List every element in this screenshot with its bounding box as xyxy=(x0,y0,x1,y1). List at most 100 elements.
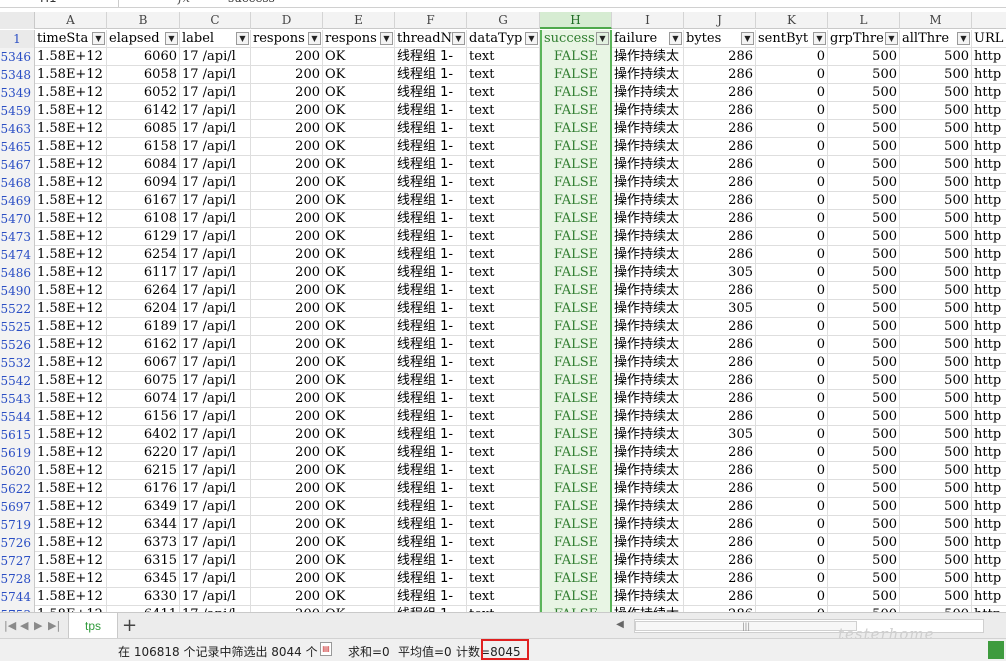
cell-respons[interactable]: 200 xyxy=(251,552,323,570)
cell-sentbyt[interactable]: 0 xyxy=(756,210,828,228)
cell-grpthre[interactable]: 500 xyxy=(828,84,900,102)
cell-grpthre[interactable]: 500 xyxy=(828,408,900,426)
header-cell-respons[interactable]: respons ▼ xyxy=(251,30,323,48)
cell-datatyp[interactable]: text xyxy=(467,390,540,408)
cell-respons[interactable]: 200 xyxy=(251,156,323,174)
cell-timesta[interactable]: 1.58E+12 xyxy=(35,354,107,372)
cell-datatyp[interactable]: text xyxy=(467,498,540,516)
cell-success[interactable]: FALSE xyxy=(540,354,612,372)
cell-datatyp[interactable]: text xyxy=(467,246,540,264)
cell-elapsed[interactable]: 6075 xyxy=(107,372,180,390)
cell-respons[interactable]: OK xyxy=(323,228,395,246)
cell-threadn[interactable]: 线程组 1- xyxy=(395,336,467,354)
cell-bytes[interactable]: 305 xyxy=(684,264,756,282)
cell-label[interactable]: 17 /api/l xyxy=(180,156,251,174)
cell-url[interactable]: http xyxy=(972,138,1006,156)
cell-label[interactable]: 17 /api/l xyxy=(180,426,251,444)
cell-grpthre[interactable]: 500 xyxy=(828,138,900,156)
cell-elapsed[interactable]: 6142 xyxy=(107,102,180,120)
cell-respons[interactable]: 200 xyxy=(251,588,323,606)
cell-url[interactable]: http xyxy=(972,66,1006,84)
cell-allthre[interactable]: 500 xyxy=(900,174,972,192)
cell-respons[interactable]: 200 xyxy=(251,534,323,552)
cell-bytes[interactable]: 286 xyxy=(684,336,756,354)
cell-bytes[interactable]: 286 xyxy=(684,138,756,156)
column-letter-e[interactable]: E xyxy=(323,12,395,29)
cell-respons[interactable]: 200 xyxy=(251,120,323,138)
cell-elapsed[interactable]: 6349 xyxy=(107,498,180,516)
cell-label[interactable]: 17 /api/l xyxy=(180,228,251,246)
row-number[interactable]: 5526 xyxy=(0,336,35,354)
cell-bytes[interactable]: 286 xyxy=(684,84,756,102)
cell-url[interactable]: http xyxy=(972,210,1006,228)
cell-failure[interactable]: 操作持续太 xyxy=(612,426,684,444)
cell-bytes[interactable]: 286 xyxy=(684,498,756,516)
cell-failure[interactable]: 操作持续太 xyxy=(612,534,684,552)
cell-sentbyt[interactable]: 0 xyxy=(756,588,828,606)
cell-elapsed[interactable]: 6156 xyxy=(107,408,180,426)
row-number[interactable]: 5349 xyxy=(0,84,35,102)
cell-failure[interactable]: 操作持续太 xyxy=(612,390,684,408)
filter-dropdown-icon[interactable]: ▼ xyxy=(308,32,321,45)
cell-label[interactable]: 17 /api/l xyxy=(180,282,251,300)
cell-url[interactable]: http xyxy=(972,426,1006,444)
cell-allthre[interactable]: 500 xyxy=(900,480,972,498)
cell-threadn[interactable]: 线程组 1- xyxy=(395,210,467,228)
cell-respons[interactable]: OK xyxy=(323,174,395,192)
cell-threadn[interactable]: 线程组 1- xyxy=(395,228,467,246)
cell-allthre[interactable]: 500 xyxy=(900,588,972,606)
cell-threadn[interactable]: 线程组 1- xyxy=(395,282,467,300)
column-letter-i[interactable]: I xyxy=(612,12,684,29)
cell-url[interactable]: http xyxy=(972,156,1006,174)
cell-url[interactable]: http xyxy=(972,192,1006,210)
cell-elapsed[interactable]: 6085 xyxy=(107,120,180,138)
cell-datatyp[interactable]: text xyxy=(467,318,540,336)
cell-url[interactable]: http xyxy=(972,534,1006,552)
cell-respons[interactable]: OK xyxy=(323,264,395,282)
row-number[interactable]: 5467 xyxy=(0,156,35,174)
header-cell-sentbyt[interactable]: sentByt ▼ xyxy=(756,30,828,48)
cell-allthre[interactable]: 500 xyxy=(900,138,972,156)
column-letter-j[interactable]: J xyxy=(684,12,756,29)
cell-success[interactable]: FALSE xyxy=(540,138,612,156)
cell-timesta[interactable]: 1.58E+12 xyxy=(35,552,107,570)
column-letter-n[interactable] xyxy=(972,12,1006,29)
cell-timesta[interactable]: 1.58E+12 xyxy=(35,534,107,552)
cell-respons[interactable]: 200 xyxy=(251,318,323,336)
cell-url[interactable]: http xyxy=(972,588,1006,606)
row-number[interactable]: 5465 xyxy=(0,138,35,156)
cell-datatyp[interactable]: text xyxy=(467,192,540,210)
row-number[interactable]: 5544 xyxy=(0,408,35,426)
cell-datatyp[interactable]: text xyxy=(467,552,540,570)
cell-url[interactable]: http xyxy=(972,498,1006,516)
add-sheet-button[interactable]: + xyxy=(122,615,137,636)
cell-success[interactable]: FALSE xyxy=(540,318,612,336)
cell-bytes[interactable]: 286 xyxy=(684,246,756,264)
cell-url[interactable]: http xyxy=(972,354,1006,372)
column-letter-a[interactable]: A xyxy=(35,12,107,29)
cell-url[interactable]: http xyxy=(972,120,1006,138)
row-number[interactable]: 5463 xyxy=(0,120,35,138)
cell-respons[interactable]: 200 xyxy=(251,264,323,282)
cell-respons[interactable]: OK xyxy=(323,444,395,462)
cell-respons[interactable]: 200 xyxy=(251,66,323,84)
cell-sentbyt[interactable]: 0 xyxy=(756,534,828,552)
cell-bytes[interactable]: 286 xyxy=(684,174,756,192)
cell-failure[interactable]: 操作持续太 xyxy=(612,228,684,246)
cell-grpthre[interactable]: 500 xyxy=(828,210,900,228)
cell-timesta[interactable]: 1.58E+12 xyxy=(35,246,107,264)
cell-success[interactable]: FALSE xyxy=(540,84,612,102)
cell-success[interactable]: FALSE xyxy=(540,588,612,606)
cell-label[interactable]: 17 /api/l xyxy=(180,102,251,120)
cell-elapsed[interactable]: 6254 xyxy=(107,246,180,264)
cell-grpthre[interactable]: 500 xyxy=(828,588,900,606)
cell-success[interactable]: FALSE xyxy=(540,552,612,570)
cell-timesta[interactable]: 1.58E+12 xyxy=(35,444,107,462)
cell-bytes[interactable]: 286 xyxy=(684,552,756,570)
cell-timesta[interactable]: 1.58E+12 xyxy=(35,192,107,210)
column-letter-c[interactable]: C xyxy=(180,12,251,29)
cell-respons[interactable]: 200 xyxy=(251,408,323,426)
cell-threadn[interactable]: 线程组 1- xyxy=(395,246,467,264)
cell-sentbyt[interactable]: 0 xyxy=(756,516,828,534)
cell-failure[interactable]: 操作持续太 xyxy=(612,444,684,462)
